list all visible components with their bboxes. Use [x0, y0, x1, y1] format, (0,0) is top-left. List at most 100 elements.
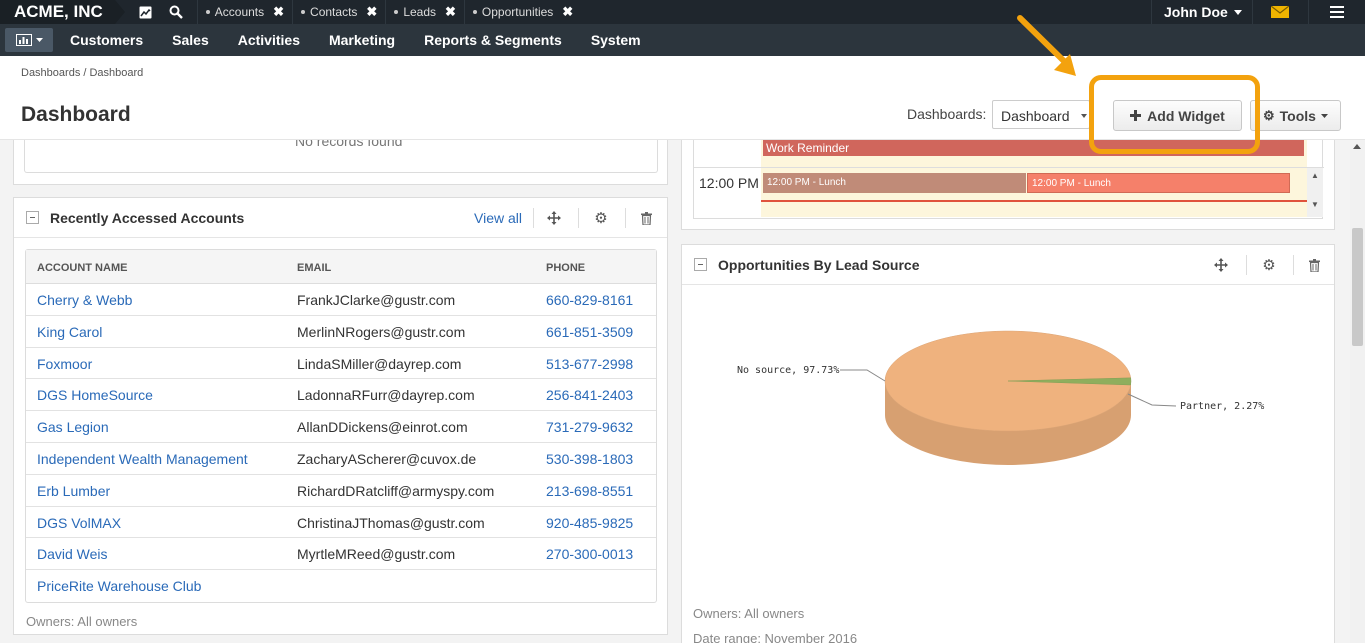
- owners-filter-text: Owners: All owners: [26, 614, 138, 629]
- pinned-tab-contacts[interactable]: Contacts ✖: [292, 0, 385, 24]
- envelope-icon: [1271, 6, 1289, 18]
- account-phone-link[interactable]: 920-485-9825: [546, 515, 633, 531]
- search-icon[interactable]: [165, 0, 187, 24]
- user-menu[interactable]: John Doe: [1151, 0, 1251, 24]
- account-name-link[interactable]: Foxmoor: [37, 356, 92, 372]
- gear-icon[interactable]: ⚙: [592, 209, 610, 227]
- tools-button[interactable]: ⚙ Tools: [1250, 100, 1341, 131]
- account-name-link[interactable]: Cherry & Webb: [37, 292, 132, 308]
- account-phone-link[interactable]: 731-279-9632: [546, 419, 633, 435]
- view-all-link[interactable]: View all: [474, 210, 522, 226]
- brand-logo[interactable]: ACME, INC: [0, 0, 125, 24]
- column-header[interactable]: EMAIL: [297, 262, 331, 274]
- scroll-up-icon[interactable]: [1353, 144, 1361, 149]
- page-scrollbar[interactable]: [1350, 140, 1365, 643]
- pie-chart-svg: No source, 97.73% Partner, 2.27%: [737, 330, 1264, 465]
- dashboard-menu-button[interactable]: [5, 28, 53, 52]
- calendar-scrollbar[interactable]: ▲ ▼: [1307, 168, 1323, 217]
- nav-reports-segments[interactable]: Reports & Segments: [424, 32, 562, 48]
- account-email: ZacharyAScherer@cuvox.de: [297, 450, 477, 467]
- table-row[interactable]: Erb Lumber RichardDRatcliff@armyspy.com …: [26, 475, 656, 507]
- collapse-icon[interactable]: [694, 258, 707, 271]
- calendar-event-lunch[interactable]: 12:00 PM - Lunch: [763, 173, 1026, 193]
- collapse-icon[interactable]: [26, 211, 39, 224]
- table-row[interactable]: Cherry & Webb FrankJClarke@gustr.com 660…: [26, 284, 656, 316]
- close-icon[interactable]: ✖: [273, 4, 284, 20]
- scrollbar-thumb[interactable]: [1352, 228, 1363, 346]
- account-name-link[interactable]: King Carol: [37, 324, 102, 340]
- nav-marketing[interactable]: Marketing: [329, 32, 395, 48]
- annotation-arrow-icon: [1017, 15, 1076, 76]
- account-phone-link[interactable]: 256-841-2403: [546, 387, 633, 403]
- account-phone-link[interactable]: 530-398-1803: [546, 451, 633, 467]
- account-phone-link[interactable]: 270-300-0013: [546, 546, 633, 562]
- dashboards-label: Dashboards:: [907, 106, 987, 122]
- recently-accessed-accounts-widget: Recently Accessed Accounts View all ⚙ AC…: [13, 197, 668, 635]
- account-name-link[interactable]: DGS VolMAX: [37, 515, 121, 531]
- bullet-icon: [301, 10, 306, 14]
- nav-sales[interactable]: Sales: [172, 32, 209, 48]
- table-row[interactable]: DGS HomeSource LadonnaRFurr@dayrep.com 2…: [26, 379, 656, 412]
- move-icon[interactable]: [545, 209, 563, 227]
- current-time-line: [761, 200, 1307, 202]
- page-header: Dashboard Dashboards: Dashboard Add Widg…: [0, 90, 1365, 140]
- history-icon[interactable]: [135, 0, 157, 24]
- pinned-tab-accounts[interactable]: Accounts ✖: [196, 0, 292, 24]
- account-email: ChristinaJThomas@gustr.com: [297, 514, 485, 531]
- add-widget-button[interactable]: Add Widget: [1113, 100, 1242, 131]
- gear-icon[interactable]: ⚙: [1260, 256, 1278, 274]
- account-phone-link[interactable]: 660-829-8161: [546, 292, 633, 308]
- pinned-tab-label: Leads: [403, 5, 437, 19]
- widget-title: Opportunities By Lead Source: [718, 257, 920, 273]
- account-name-link[interactable]: David Weis: [37, 546, 108, 562]
- account-phone-link[interactable]: 513-677-2998: [546, 356, 633, 372]
- trash-icon[interactable]: [1305, 256, 1323, 274]
- pinned-tab-leads[interactable]: Leads ✖: [385, 0, 464, 24]
- table-row[interactable]: King Carol MerlinNRogers@gustr.com 661-8…: [26, 316, 656, 348]
- nav-activities[interactable]: Activities: [238, 32, 300, 48]
- dashboard-select[interactable]: Dashboard: [992, 100, 1090, 129]
- table-row[interactable]: Foxmoor LindaSMiller@dayrep.com 513-677-…: [26, 348, 656, 380]
- divider: [1293, 255, 1294, 275]
- table-row[interactable]: DGS VolMAX ChristinaJThomas@gustr.com 92…: [26, 507, 656, 539]
- trash-icon[interactable]: [637, 209, 655, 227]
- account-phone-link[interactable]: 213-698-8551: [546, 483, 633, 499]
- nav-system[interactable]: System: [591, 32, 641, 48]
- table-row[interactable]: Gas Legion AllanDDickens@einrot.com 731-…: [26, 411, 656, 443]
- calendar-event-lunch[interactable]: 12:00 PM - Lunch: [1027, 173, 1290, 193]
- account-name-link[interactable]: Gas Legion: [37, 419, 109, 435]
- account-name-link[interactable]: Independent Wealth Management: [37, 451, 248, 467]
- caret-down-icon: [1081, 114, 1087, 118]
- table-row[interactable]: David Weis MyrtleMReed@gustr.com 270-300…: [26, 538, 656, 571]
- account-email: MerlinNRogers@gustr.com: [297, 323, 466, 340]
- table-header: ACCOUNT NAME EMAIL PHONE: [26, 250, 656, 284]
- table-row[interactable]: Independent Wealth Management ZacharyASc…: [26, 443, 656, 475]
- pie-chart: No source, 97.73% Partner, 2.27%: [682, 286, 1334, 586]
- column-header[interactable]: PHONE: [546, 262, 585, 274]
- account-phone-link[interactable]: 661-851-3509: [546, 324, 633, 340]
- pie-leader-line: [840, 369, 886, 382]
- column-header[interactable]: ACCOUNT NAME: [37, 262, 127, 274]
- time-label: 12:00 PM: [699, 175, 759, 191]
- close-icon[interactable]: ✖: [562, 4, 573, 20]
- move-icon[interactable]: [1212, 256, 1230, 274]
- pinned-tab-opportunities[interactable]: Opportunities ✖: [463, 0, 581, 24]
- scroll-up-icon[interactable]: ▲: [1307, 171, 1323, 180]
- pinned-tab-label: Contacts: [310, 5, 358, 19]
- opportunities-by-lead-source-widget: Opportunities By Lead Source ⚙ No source…: [681, 244, 1335, 643]
- close-icon[interactable]: ✖: [366, 4, 377, 20]
- nav-customers[interactable]: Customers: [70, 32, 143, 48]
- account-name-link[interactable]: Erb Lumber: [37, 483, 110, 499]
- account-name-link[interactable]: PriceRite Warehouse Club: [37, 578, 201, 594]
- close-icon[interactable]: ✖: [445, 4, 456, 20]
- account-email: LadonnaRFurr@dayrep.com: [297, 387, 475, 404]
- main-menu[interactable]: [1308, 0, 1365, 24]
- widget-header: Opportunities By Lead Source ⚙: [682, 245, 1334, 285]
- email-notifications[interactable]: [1252, 0, 1307, 24]
- scroll-down-icon[interactable]: ▼: [1307, 200, 1323, 209]
- account-name-link[interactable]: DGS HomeSource: [37, 387, 153, 403]
- widget-title: Recently Accessed Accounts: [50, 210, 245, 226]
- table-row[interactable]: PriceRite Warehouse Club: [26, 570, 656, 602]
- divider: [533, 208, 534, 228]
- calendar-event-work-reminder[interactable]: Work Reminder: [763, 140, 1304, 156]
